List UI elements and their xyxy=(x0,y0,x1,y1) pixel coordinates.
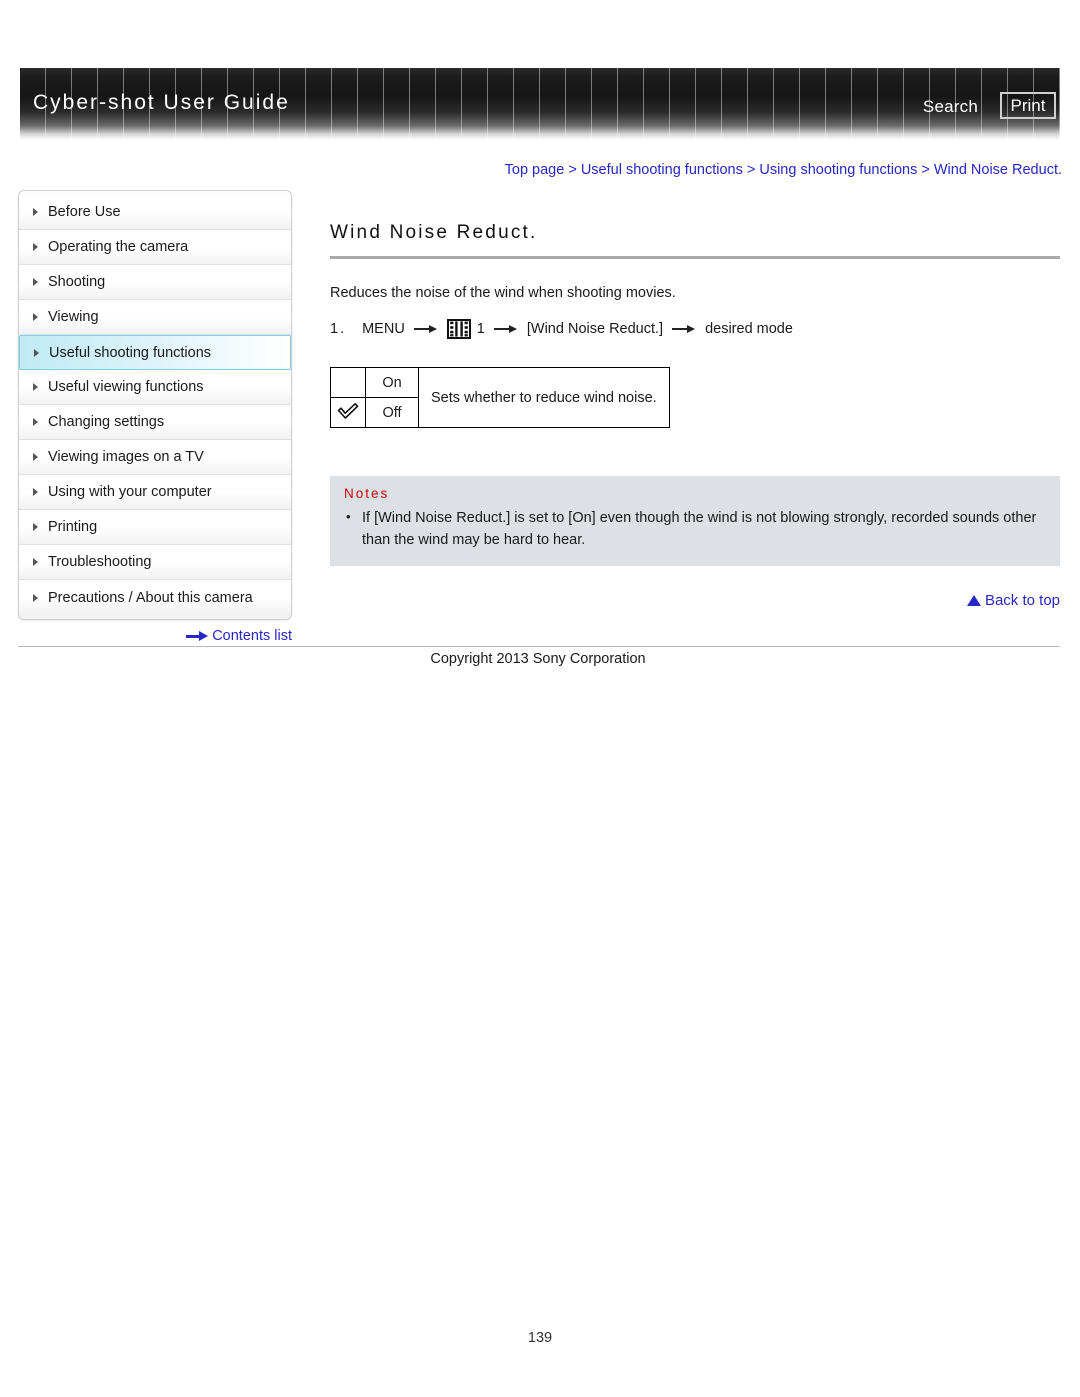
sidebar-item-label: Before Use xyxy=(48,204,121,220)
sidebar-item-troubleshooting[interactable]: Troubleshooting xyxy=(19,545,291,580)
menu-item-label: [Wind Noise Reduct.] xyxy=(526,321,664,337)
options-table: On Sets whether to reduce wind noise. Of… xyxy=(330,367,670,428)
notes-box: Notes If [Wind Noise Reduct.] is set to … xyxy=(330,476,1060,566)
arrow-right-icon xyxy=(413,324,438,334)
arrow-right-icon xyxy=(672,324,696,334)
search-button[interactable]: Search xyxy=(923,97,978,117)
footer-divider xyxy=(18,646,1060,647)
sidebar-item-label: Shooting xyxy=(48,274,106,290)
default-marker-cell xyxy=(330,367,366,398)
sidebar-item-shooting[interactable]: Shooting xyxy=(19,265,291,300)
sidebar-item-label: Viewing images on a TV xyxy=(48,449,204,465)
table-row: On Sets whether to reduce wind noise. xyxy=(330,367,670,428)
title-divider xyxy=(330,256,1060,259)
arrow-right-icon xyxy=(493,324,518,334)
chevron-right-icon xyxy=(33,383,38,391)
tab-number-label: 1 xyxy=(476,321,485,337)
sidebar-item-precautions-about-this-camera[interactable]: Precautions / About this camera xyxy=(19,580,291,615)
sidebar-item-label: Viewing xyxy=(48,309,99,325)
contents-list-label: Contents list xyxy=(212,628,292,644)
sidebar-item-label: Changing settings xyxy=(48,414,165,430)
sidebar-item-using-with-your-computer[interactable]: Using with your computer xyxy=(19,475,291,510)
sidebar-item-label: Operating the camera xyxy=(48,239,189,255)
sidebar-item-before-use[interactable]: Before Use xyxy=(19,195,291,230)
chevron-right-icon xyxy=(33,488,38,496)
chevron-right-icon xyxy=(33,418,38,426)
notes-list: If [Wind Noise Reduct.] is set to [On] e… xyxy=(344,507,1046,552)
chevron-right-icon xyxy=(33,558,38,566)
chevron-right-icon xyxy=(34,348,39,357)
copyright-text: Copyright 2013 Sony Corporation xyxy=(430,651,646,667)
sidebar-item-printing[interactable]: Printing xyxy=(19,510,291,545)
checkmark-icon xyxy=(336,401,360,421)
option-label-off: Off xyxy=(365,397,419,428)
back-to-top-label: Back to top xyxy=(984,591,1060,609)
chevron-right-icon xyxy=(33,593,38,602)
sidebar-nav: Before Use Operating the camera Shooting… xyxy=(18,190,292,620)
sidebar-item-useful-viewing-functions[interactable]: Useful viewing functions xyxy=(19,370,291,405)
back-to-top-link[interactable]: Back to top xyxy=(330,592,1060,609)
sidebar-item-changing-settings[interactable]: Changing settings xyxy=(19,405,291,440)
sidebar-item-label: Precautions / About this camera xyxy=(48,589,253,606)
main-content: Wind Noise Reduct. Reduces the noise of … xyxy=(330,222,1060,609)
page-title: Wind Noise Reduct. xyxy=(330,222,538,243)
sidebar-item-label: Useful shooting functions xyxy=(49,344,212,361)
intro-paragraph: Reduces the noise of the wind when shoot… xyxy=(330,285,676,301)
sidebar-item-viewing[interactable]: Viewing xyxy=(19,300,291,335)
print-button[interactable]: Print xyxy=(1000,92,1056,119)
step-number: 1. xyxy=(330,321,347,337)
sidebar-item-useful-shooting-functions[interactable]: Useful shooting functions xyxy=(19,335,291,370)
chevron-right-icon xyxy=(33,453,38,461)
chevron-right-icon xyxy=(33,313,38,321)
sidebar-item-label: Printing xyxy=(48,519,98,535)
chevron-right-icon xyxy=(33,278,38,286)
sidebar-item-label: Using with your computer xyxy=(48,484,212,500)
step-instruction: 1. MENU 1 [Wind Noise Reduct.] desired m… xyxy=(330,319,1060,339)
contents-list-link[interactable]: Contents list xyxy=(18,628,292,644)
sidebar-item-label: Useful viewing functions xyxy=(48,379,204,395)
site-header: Cyber-shot User Guide Search Print xyxy=(20,68,1060,140)
sidebar-item-label: Troubleshooting xyxy=(48,554,152,570)
option-description: Sets whether to reduce wind noise. xyxy=(418,367,670,428)
triangle-up-icon xyxy=(966,594,981,606)
chevron-right-icon xyxy=(33,243,38,251)
site-title: Cyber-shot User Guide xyxy=(33,91,290,114)
arrow-right-icon xyxy=(186,631,209,641)
breadcrumb[interactable]: Top page > Useful shooting functions > U… xyxy=(0,162,1062,178)
menu-label: MENU xyxy=(362,321,405,337)
list-item: If [Wind Noise Reduct.] is set to [On] e… xyxy=(344,507,1046,552)
page-number: 139 xyxy=(527,1330,553,1346)
notes-title: Notes xyxy=(344,486,390,501)
chevron-right-icon xyxy=(33,208,38,216)
option-label-on: On xyxy=(365,367,419,398)
sidebar-item-operating-the-camera[interactable]: Operating the camera xyxy=(19,230,291,265)
sidebar-item-viewing-images-on-a-tv[interactable]: Viewing images on a TV xyxy=(19,440,291,475)
default-marker-cell xyxy=(330,397,366,428)
chevron-right-icon xyxy=(33,523,38,531)
desired-mode-label: desired mode xyxy=(705,321,793,337)
movie-mode-icon xyxy=(446,319,471,339)
